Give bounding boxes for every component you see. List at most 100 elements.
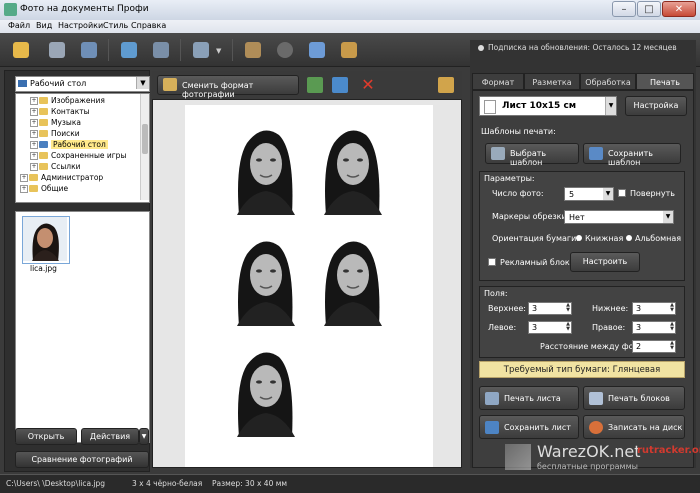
compare-photos-button[interactable]: Сравнение фотографий — [15, 451, 149, 468]
save-sheet-button[interactable]: Сохранить лист — [479, 415, 579, 439]
user-photo-button[interactable] — [116, 37, 142, 63]
status-size: Размер: 30 x 40 мм — [212, 479, 288, 488]
delete-icon[interactable]: ✕ — [360, 77, 376, 93]
menu-bar: Файл Вид Настройки Стиль Справка — [0, 20, 700, 33]
help-book-button[interactable] — [240, 37, 266, 63]
save-template-button[interactable]: Сохранить шаблон — [583, 143, 681, 167]
print-photo[interactable] — [316, 228, 389, 326]
save-button[interactable] — [44, 37, 70, 63]
ad-block-checkbox[interactable] — [488, 258, 496, 266]
paper-type-banner: Требуемый тип бумаги: Глянцевая — [479, 361, 685, 378]
print-photo[interactable] — [229, 339, 302, 437]
left-margin-input[interactable]: 3 ▲ ▼ — [528, 321, 572, 334]
menu-help[interactable]: Справка — [131, 21, 166, 30]
photo-count-select[interactable]: 5 ▼ — [564, 187, 614, 201]
radio-portrait[interactable] — [576, 235, 582, 241]
watermark: WarezOK.net бесплатные программы rutrack… — [505, 442, 700, 482]
portrait-label: Книжная — [585, 234, 624, 243]
top-margin-label: Верхнее: — [488, 304, 526, 313]
document-icon — [484, 100, 496, 114]
subscription-status[interactable]: Подписка на обновления: Осталось 12 меся… — [478, 43, 677, 52]
print-button[interactable] — [76, 37, 102, 63]
radio-icon — [478, 45, 484, 51]
bottom-margin-input[interactable]: 3 ▲ ▼ — [632, 302, 676, 315]
photo-thumbnail[interactable] — [22, 216, 70, 264]
actions-dropdown-icon[interactable]: ▼ — [139, 428, 149, 445]
print-sheet — [185, 105, 433, 467]
change-format-button[interactable]: Сменить формат фотографии — [157, 75, 299, 99]
folder-icon — [39, 163, 48, 170]
radio-landscape[interactable] — [626, 235, 632, 241]
folder-icon — [29, 174, 38, 181]
rotate-checkbox[interactable] — [618, 189, 626, 197]
monitor-button[interactable] — [188, 37, 214, 63]
menu-style[interactable]: Стиль — [103, 21, 128, 30]
product-button[interactable] — [336, 37, 362, 63]
print-photo[interactable] — [229, 117, 302, 215]
box-icon — [309, 42, 325, 58]
camera-button[interactable] — [148, 37, 174, 63]
tab-print[interactable]: Печать — [636, 73, 694, 90]
watermark-logo: rutracker.org — [637, 445, 700, 456]
markers-select[interactable]: Нет ▼ — [564, 210, 674, 224]
chevron-down-icon[interactable]: ▼ — [605, 97, 616, 115]
folder-icon — [29, 185, 38, 192]
write-disk-button[interactable]: Записать на диск — [583, 415, 685, 439]
params-group: Параметры: Число фото: 5 ▼ Повернуть Мар… — [479, 171, 685, 281]
brush-icon[interactable] — [438, 77, 454, 93]
film-button[interactable] — [272, 37, 298, 63]
tab-format[interactable]: Формат — [472, 73, 524, 90]
thumbnail-label: lica.jpg — [30, 264, 57, 273]
print-photo[interactable] — [316, 117, 389, 215]
monitor-icon — [193, 42, 209, 58]
templates-heading: Шаблоны печати: — [481, 127, 556, 136]
menu-view[interactable]: Вид — [36, 21, 52, 30]
configure-button[interactable]: Настроить — [570, 252, 640, 272]
windows-logo-icon — [505, 444, 531, 470]
print-sheet-button[interactable]: Печать листа — [479, 386, 579, 410]
chevron-down-icon[interactable]: ▼ — [603, 188, 613, 200]
choose-template-button[interactable]: Выбрать шаблон — [485, 143, 579, 167]
gap-input[interactable]: 2 ▲ ▼ — [632, 340, 676, 353]
open-folder-button[interactable] — [8, 37, 34, 63]
settings-button[interactable]: Настройка — [625, 96, 687, 116]
rotate-right-icon[interactable] — [332, 77, 348, 93]
top-margin-input[interactable]: 3 ▲ ▼ — [528, 302, 572, 315]
chevron-down-icon[interactable]: ▼ — [136, 77, 149, 89]
right-margin-input[interactable]: 3 ▲ ▼ — [632, 321, 676, 334]
disc-icon — [589, 421, 603, 434]
save-icon — [589, 147, 603, 160]
folder-icon — [39, 108, 48, 115]
blocks-icon — [589, 392, 603, 405]
window-title: Фото на документы Профи — [20, 4, 149, 14]
maximize-button[interactable]: □ — [637, 1, 661, 17]
left-panel: Рабочий стол ▼ + Изображения + Контакты + М… — [4, 70, 150, 472]
status-path: C:\Users\ \Desktop\lica.jpg — [6, 479, 106, 488]
gap-label: Расстояние между фото: — [540, 342, 646, 351]
print-blocks-button[interactable]: Печать блоков — [583, 386, 685, 410]
tree-scrollbar[interactable] — [140, 94, 149, 200]
tab-processing[interactable]: Обработка — [580, 73, 636, 90]
folder-tree[interactable]: + Изображения + Контакты + Музыка + Поиски +… — [15, 93, 150, 203]
rotate-left-icon[interactable] — [307, 77, 323, 93]
ad-block-label: Рекламный блок: — [500, 258, 573, 267]
actions-button[interactable]: Действия — [81, 428, 139, 445]
print-photo[interactable] — [229, 228, 302, 326]
menu-settings[interactable]: Настройки — [58, 21, 103, 30]
box-button[interactable] — [304, 37, 330, 63]
printer-icon — [485, 392, 499, 405]
minimize-button[interactable]: – — [612, 1, 636, 17]
folder-select[interactable]: Рабочий стол ▼ — [15, 76, 150, 92]
menu-file[interactable]: Файл — [8, 21, 30, 30]
close-button[interactable]: ✕ — [662, 1, 696, 17]
chevron-down-icon[interactable]: ▼ — [663, 211, 673, 223]
tab-layout[interactable]: Разметка — [524, 73, 580, 90]
chevron-down-icon[interactable]: ▼ — [216, 47, 221, 55]
title-bar: Фото на документы Профи – □ ✕ — [0, 0, 700, 20]
right-panel: Подписка на обновления: Осталось 12 меся… — [470, 40, 696, 468]
sheet-select[interactable]: Лист 10x15 см ▼ — [479, 96, 617, 116]
folder-icon — [39, 130, 48, 137]
bottom-margin-label: Нижнее: — [592, 304, 629, 313]
open-button[interactable]: Открыть — [15, 428, 77, 445]
folder-icon — [39, 119, 48, 126]
